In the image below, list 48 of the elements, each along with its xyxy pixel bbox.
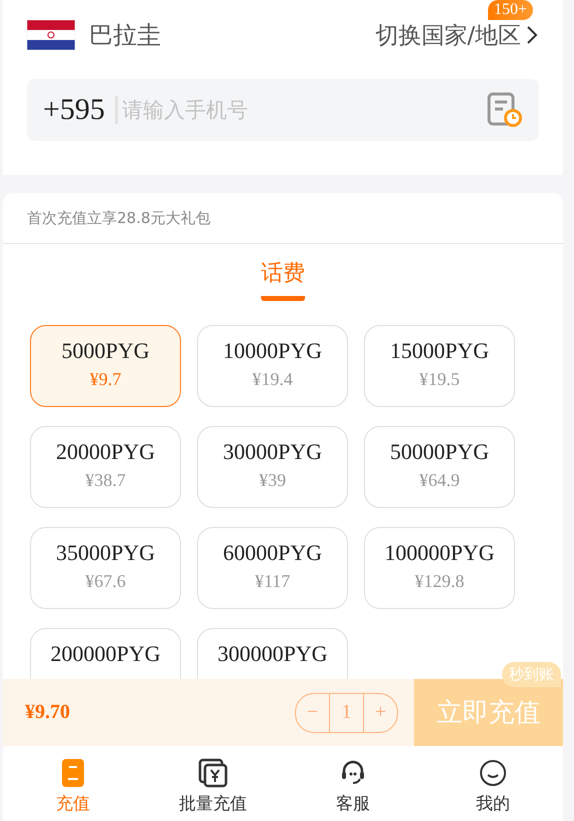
plan-card[interactable]: 15000PYG ¥19.5 <box>364 325 515 407</box>
country-name: 巴拉圭 <box>89 20 161 51</box>
plan-card[interactable]: 30000PYG ¥39 <box>197 426 348 508</box>
plan-price: ¥9.7 <box>90 369 122 390</box>
plan-card[interactable]: 10000PYG ¥19.4 <box>197 325 348 407</box>
flag-icon <box>27 20 75 50</box>
plan-card[interactable]: 300000PYG <box>197 628 348 679</box>
plan-card[interactable]: 35000PYG ¥67.6 <box>30 527 181 609</box>
plan-card[interactable]: 100000PYG ¥129.8 <box>364 527 515 609</box>
plan-card[interactable]: 50000PYG ¥64.9 <box>364 426 515 508</box>
headset-icon <box>340 759 366 787</box>
nav-tab[interactable]: 我的 <box>423 746 563 821</box>
promo-text: 首次充值立享28.8元大礼包 <box>3 193 563 244</box>
history-icon[interactable] <box>487 92 523 128</box>
plan-price: ¥39 <box>259 470 286 491</box>
plan-card[interactable]: 60000PYG ¥117 <box>197 527 348 609</box>
plan-amount: 30000PYG <box>222 439 322 465</box>
plan-price: ¥67.6 <box>85 571 126 592</box>
plan-price: ¥117 <box>254 571 290 592</box>
plan-price: ¥38.7 <box>85 470 126 491</box>
chevron-right-icon <box>525 24 539 46</box>
plan-amount: 100000PYG <box>384 540 494 566</box>
smile-icon <box>479 759 507 787</box>
cards-icon <box>198 758 228 788</box>
plan-amount: 200000PYG <box>50 641 160 667</box>
plan-amount: 60000PYG <box>222 540 322 566</box>
plan-amount: 10000PYG <box>222 338 322 364</box>
plan-card[interactable]: 200000PYG <box>30 628 181 679</box>
plan-amount: 5000PYG <box>61 338 150 364</box>
plan-price: ¥19.4 <box>252 369 293 390</box>
plan-amount: 50000PYG <box>390 439 489 465</box>
recharge-icon <box>62 759 84 787</box>
plan-price: ¥19.5 <box>419 369 460 390</box>
plan-card[interactable]: 20000PYG ¥38.7 <box>30 426 181 508</box>
instant-badge: 秒到账 <box>502 662 561 687</box>
plan-card[interactable]: 5000PYG ¥9.7 <box>30 325 181 407</box>
switch-country-link[interactable]: 切换国家/地区 <box>375 20 539 50</box>
total-price: ¥9.70 <box>25 701 70 724</box>
count-badge: 150+ <box>488 0 533 20</box>
nav-tab[interactable]: 客服 <box>283 746 423 821</box>
plan-amount: 20000PYG <box>56 439 155 465</box>
country-code[interactable]: +595 <box>43 93 105 127</box>
plan-price: ¥129.8 <box>414 571 464 592</box>
plan-amount: 15000PYG <box>390 338 489 364</box>
nav-tab[interactable]: 批量充值 <box>143 746 283 821</box>
plan-amount: 300000PYG <box>217 641 328 667</box>
plan-amount: 35000PYG <box>56 540 155 566</box>
plan-price: ¥64.9 <box>419 470 460 491</box>
